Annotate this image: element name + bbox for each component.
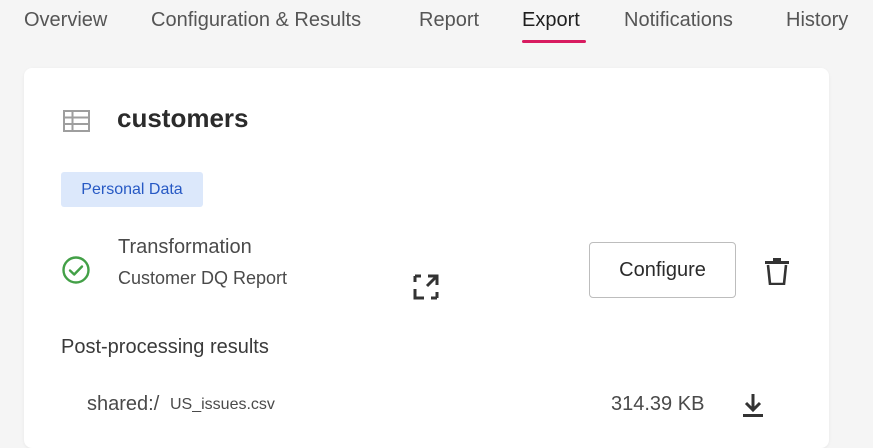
- check-circle-icon: [62, 256, 90, 284]
- table-icon: [63, 110, 90, 132]
- file-size: 314.39 KB: [611, 393, 705, 415]
- tab-export[interactable]: Export: [522, 9, 580, 32]
- tab-overview[interactable]: Overview: [24, 9, 107, 32]
- tab-configuration-results[interactable]: Configuration & Results: [151, 9, 361, 32]
- post-processing-title: Post-processing results: [61, 336, 269, 358]
- tab-bar: Overview Configuration & Results Report …: [0, 0, 873, 50]
- active-tab-indicator: [522, 40, 586, 43]
- tab-history[interactable]: History: [786, 9, 848, 32]
- table-name: customers: [117, 103, 249, 133]
- configure-button[interactable]: Configure: [589, 242, 736, 298]
- expand-icon[interactable]: [412, 273, 440, 301]
- tab-notifications[interactable]: Notifications: [624, 9, 733, 32]
- tab-report[interactable]: Report: [419, 9, 479, 32]
- transformation-subtitle: Customer DQ Report: [118, 268, 288, 288]
- file-name: US_issues.csv: [170, 396, 275, 413]
- transformation-title: Transformation: [118, 236, 252, 258]
- trash-icon[interactable]: [764, 257, 790, 285]
- file-path-prefix: shared:/: [87, 393, 160, 415]
- personal-data-badge: Personal Data: [61, 172, 203, 207]
- download-icon[interactable]: [741, 392, 765, 418]
